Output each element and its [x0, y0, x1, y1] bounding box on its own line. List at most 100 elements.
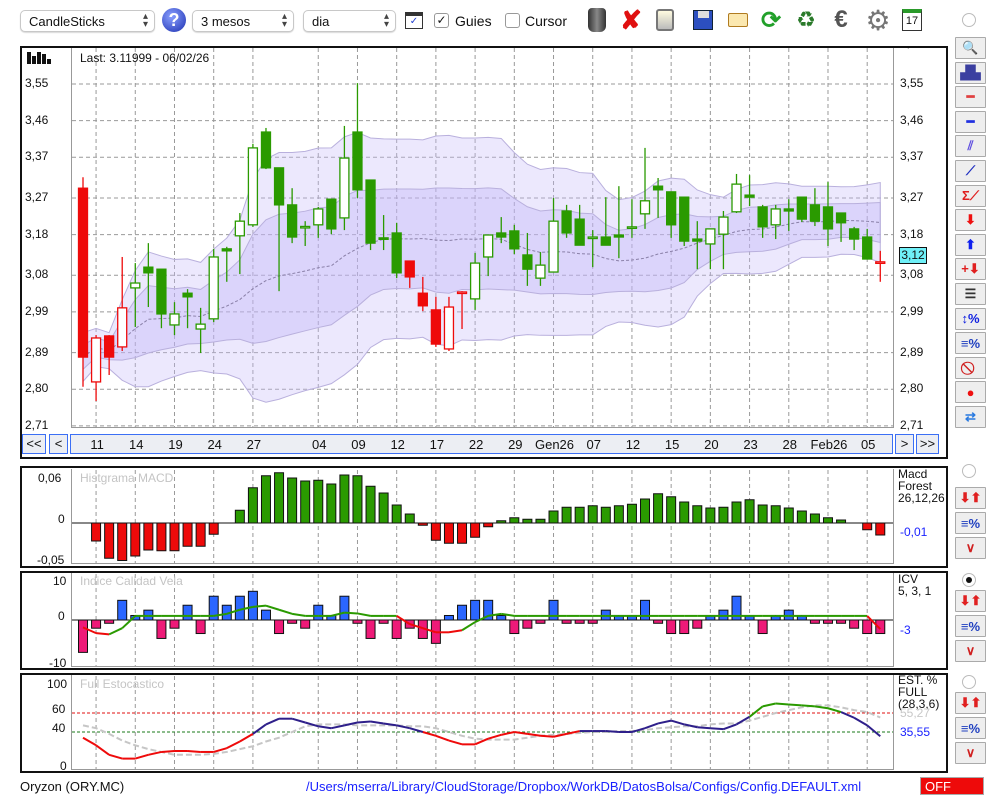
price-tick-right: 3,27	[900, 189, 924, 204]
buy-arrow-button[interactable]: ⬆	[955, 233, 986, 256]
date-label: 04	[312, 437, 327, 452]
sell-buy-arrows-button[interactable]: ⬇⬆	[955, 487, 986, 509]
icv-bar	[339, 595, 350, 621]
stoch-d-value: 55,27	[900, 706, 931, 720]
stoch-k-segment	[383, 722, 397, 727]
nav-prev-button[interactable]: <	[49, 434, 68, 454]
stoch-tick: 40	[52, 721, 66, 735]
candle	[731, 173, 742, 214]
record-button[interactable]: ●	[955, 381, 986, 404]
lines-percent-icon: ≡%	[960, 515, 981, 531]
icv-bar	[496, 614, 507, 621]
add-order-button[interactable]: +⬇	[955, 258, 986, 281]
stoch-k-segment	[762, 702, 776, 708]
candle-body	[182, 292, 193, 298]
stoch-k-segment	[357, 720, 371, 724]
candle-body	[822, 206, 834, 230]
stoch-k-segment	[239, 733, 254, 743]
cancel-button[interactable]: ⃠	[955, 356, 986, 379]
icv-panel-radio[interactable]	[962, 573, 976, 587]
blue-horizontal-line-button[interactable]: ━	[955, 110, 986, 133]
date-label: 07	[586, 437, 601, 452]
stoch-curve-icon: ∨	[965, 540, 976, 555]
candle	[208, 248, 219, 323]
candle-body	[221, 248, 232, 252]
icv-bar	[470, 599, 481, 621]
macd-bar	[182, 522, 193, 547]
lines-percent-button[interactable]: ≡%	[955, 615, 986, 637]
price-tick-right: 2,71	[900, 417, 924, 432]
icv-bar	[849, 619, 860, 629]
lines-percent-icon: ≡%	[960, 720, 981, 736]
macd-panel-radio[interactable]	[962, 464, 976, 478]
zoom-button[interactable]: 🔍	[955, 37, 986, 59]
dashed-lines-button[interactable]: ☰	[955, 283, 986, 305]
macd-bar	[757, 504, 768, 524]
stoch-k-segment	[657, 719, 672, 725]
ticker-label: Oryzon (ORY.MC)	[20, 779, 125, 794]
trendline-button[interactable]: ⟋	[955, 160, 986, 182]
candle-body	[352, 131, 363, 191]
macd-bar	[365, 485, 376, 524]
candle	[352, 83, 363, 198]
stoch-k-segment	[697, 726, 711, 730]
macd-bar	[822, 517, 833, 524]
date-label: 23	[743, 437, 758, 452]
status-off-indicator[interactable]: OFF	[920, 777, 984, 795]
nav-next-button[interactable]: >	[895, 434, 914, 454]
sell-buy-arrows-button[interactable]: ⬇⬆	[955, 692, 986, 714]
icv-bar	[352, 619, 363, 624]
nav-first-button[interactable]: <<	[22, 434, 46, 454]
red-horizontal-line-button[interactable]: ━	[955, 86, 986, 109]
stoch-panel-radio[interactable]	[962, 675, 976, 689]
icv-legend: ICV 5, 3, 1	[898, 573, 931, 597]
macd-bar	[326, 483, 337, 524]
sell-buy-arrows-button[interactable]: ⬇⬆	[955, 590, 986, 612]
macd-bar	[600, 506, 611, 524]
stoch-curve-button[interactable]: ∨	[955, 640, 986, 662]
candle-body	[77, 187, 89, 358]
macd-bar	[391, 504, 402, 524]
lines-percent-button[interactable]: ≡%	[955, 717, 986, 739]
sell-arrow-button[interactable]: ⬇	[955, 209, 986, 232]
candle-body	[456, 291, 468, 295]
candle	[365, 179, 376, 251]
stoch-k-segment	[605, 730, 619, 733]
bar-chart-icon[interactable]	[27, 52, 51, 64]
icv-signal-segment	[461, 621, 476, 632]
macd-bar	[731, 501, 742, 524]
buy-arrow-icon: ⬆	[965, 236, 976, 252]
icv-bar	[443, 614, 454, 621]
sum-trendline-button[interactable]: Σ⟋	[955, 184, 986, 207]
date-axis-scrollbar[interactable]: 11 14 19 24 27 04 09 12 17 22 29 Gen26 07 12 15 20 23 28 F…	[70, 434, 893, 454]
candle-body	[692, 238, 703, 242]
channel-button[interactable]: ⫽	[955, 135, 986, 158]
price-tick-right: 3,08	[900, 267, 924, 282]
stoch-tick: 0	[60, 759, 67, 773]
macd-tick: 0,06	[38, 471, 62, 485]
last-price-label: Last: 3.11999 - 06/02/26	[80, 51, 210, 65]
stoch-curve-button[interactable]: ∨	[955, 742, 986, 764]
stoch-k-segment	[135, 753, 149, 760]
volume-profile-button[interactable]: ▟▙	[955, 61, 986, 84]
macd-bar	[666, 496, 677, 524]
range-percent-button[interactable]: ↕%	[955, 307, 986, 330]
date-label: 29	[508, 437, 523, 452]
macd-bar	[404, 513, 415, 524]
config-path-link[interactable]: /Users/mserra/Library/CloudStorage/Dropb…	[306, 779, 861, 794]
swap-button[interactable]: ⇄	[955, 406, 986, 428]
date-label: 24	[207, 437, 222, 452]
price-tick-right: 2,89	[900, 344, 924, 359]
lines-percent-button[interactable]: ≡%	[955, 332, 986, 355]
candle-body	[90, 337, 102, 383]
candle-body	[535, 264, 546, 279]
stoch-curve-button[interactable]: ∨	[955, 537, 986, 559]
icv-bar	[104, 619, 115, 624]
nav-last-button[interactable]: >>	[916, 434, 939, 454]
candle-body	[731, 183, 742, 213]
candle-body	[417, 292, 428, 307]
lines-percent-button[interactable]: ≡%	[955, 512, 986, 534]
candle-body	[600, 236, 611, 246]
stoch-k-segment	[226, 740, 241, 750]
candle-body	[574, 218, 585, 246]
